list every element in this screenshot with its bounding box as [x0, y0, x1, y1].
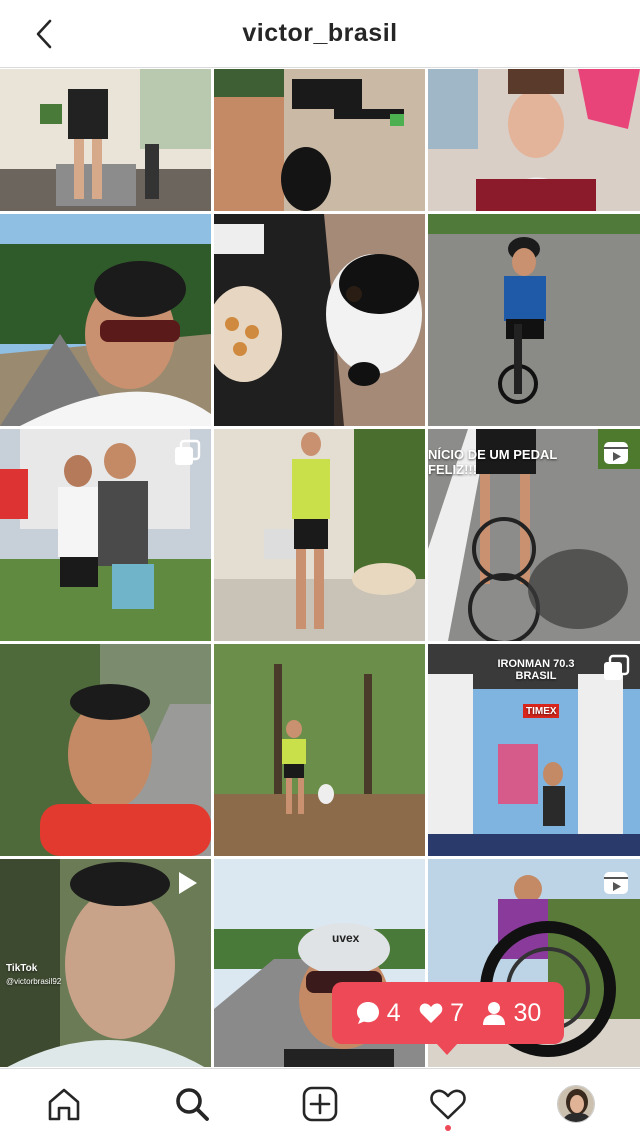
followers-stat: 30 [481, 999, 541, 1028]
post-tile[interactable] [428, 214, 640, 426]
new-post-icon [302, 1086, 338, 1121]
profile-avatar [557, 1084, 595, 1123]
post-tile[interactable] [0, 429, 211, 641]
top-bar: victor_brasil [0, 0, 640, 68]
tiktok-label: TikTok [6, 963, 38, 974]
search-icon [176, 1087, 209, 1121]
nav-activity-button[interactable] [423, 1079, 473, 1131]
activity-notification-bubble[interactable]: 4 7 30 [332, 982, 564, 1044]
heart-icon [419, 1003, 443, 1023]
post-tile[interactable] [0, 644, 211, 856]
post-tile[interactable] [0, 69, 211, 211]
bottom-nav [0, 1068, 640, 1138]
tiktok-username: @victorbrasil92 [6, 977, 62, 986]
bubble-tail [436, 1043, 458, 1055]
post-caption-overlay: NÍCIO DE UM PEDAL FELIZ!!! [428, 447, 558, 477]
reel-icon [604, 872, 628, 894]
followers-count: 30 [513, 998, 542, 1027]
person-icon [483, 1002, 506, 1025]
chevron-left-icon [36, 19, 52, 49]
post-tile[interactable] [214, 214, 425, 426]
helmet-brand-label: uvex [332, 931, 360, 945]
nav-search-button[interactable] [167, 1079, 217, 1129]
profile-username-title: victor_brasil [242, 19, 398, 47]
activity-heart-icon [430, 1089, 466, 1119]
carousel-icon [604, 654, 630, 680]
post-tile[interactable] [214, 69, 425, 211]
carousel-icon [175, 439, 201, 465]
home-icon [48, 1088, 80, 1120]
post-tile[interactable] [428, 69, 640, 211]
post-tile[interactable] [214, 644, 425, 856]
post-tile[interactable]: TikTok @victorbrasil92 [0, 859, 211, 1067]
back-button[interactable] [28, 18, 60, 50]
post-tile[interactable] [214, 429, 425, 641]
likes-count: 7 [450, 998, 464, 1027]
likes-stat: 7 [418, 999, 464, 1028]
event-banner-text: IRONMAN 70.3 BRASIL [497, 658, 575, 682]
comments-stat: 4 [355, 999, 401, 1028]
comment-icon [356, 1002, 379, 1024]
nav-new-post-button[interactable] [295, 1079, 345, 1129]
reel-icon [604, 442, 628, 464]
activity-dot [445, 1124, 451, 1131]
sponsor-label: TIMEX [526, 706, 557, 717]
nav-home-button[interactable] [39, 1079, 89, 1129]
play-icon [179, 872, 197, 894]
post-tile[interactable] [0, 214, 211, 426]
comments-count: 4 [386, 998, 401, 1027]
nav-profile-button[interactable] [551, 1079, 601, 1129]
post-tile[interactable]: IRONMAN 70.3 BRASIL TIMEX [428, 644, 640, 856]
post-grid: NÍCIO DE UM PEDAL FELIZ!!! IRONMAN 70.3 … [0, 69, 640, 1067]
post-tile[interactable]: NÍCIO DE UM PEDAL FELIZ!!! [428, 429, 640, 641]
